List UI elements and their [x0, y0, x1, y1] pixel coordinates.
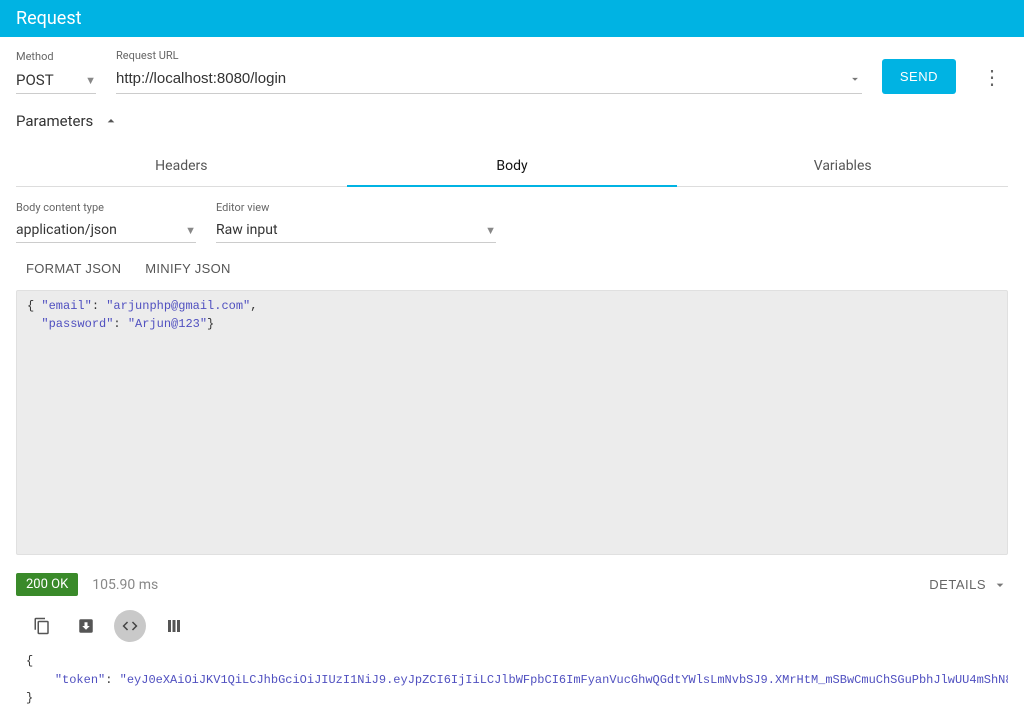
editor-actions: FORMAT JSON MINIFY JSON — [16, 257, 1008, 280]
method-label: Method — [16, 50, 96, 63]
send-button[interactable]: SEND — [882, 59, 956, 94]
method-field: Method POST ▼ — [16, 50, 96, 94]
url-field: Request URL — [116, 49, 862, 94]
details-label: DETAILS — [929, 577, 986, 592]
chevron-down-icon — [992, 577, 1008, 593]
caret-down-icon: ▼ — [485, 224, 496, 237]
url-input[interactable] — [116, 66, 848, 91]
copy-icon — [33, 617, 51, 635]
copy-button[interactable] — [26, 610, 58, 642]
editor-view-select[interactable]: Raw input ▼ — [216, 218, 496, 243]
response-tools — [16, 610, 1008, 642]
tab-variables[interactable]: Variables — [677, 146, 1008, 186]
content-type-select[interactable]: application/json ▼ — [16, 218, 196, 243]
columns-icon — [165, 617, 183, 635]
chevron-down-icon[interactable] — [848, 72, 862, 86]
parameters-title: Parameters — [16, 112, 93, 130]
tab-headers[interactable]: Headers — [16, 146, 347, 186]
caret-down-icon: ▼ — [185, 224, 196, 237]
response-status-row: 200 OK 105.90 ms DETAILS — [16, 573, 1008, 596]
download-button[interactable] — [70, 610, 102, 642]
request-body-editor[interactable]: { "email": "arjunphp@gmail.com", "passwo… — [16, 290, 1008, 555]
method-value: POST — [16, 71, 54, 89]
body-controls: Body content type application/json ▼ Edi… — [16, 201, 1008, 243]
parameters-toggle[interactable]: Parameters — [16, 112, 1008, 130]
content-type-label: Body content type — [16, 201, 196, 214]
parameters-tabs: Headers Body Variables — [16, 146, 1008, 187]
content-type-value: application/json — [16, 222, 117, 238]
url-label: Request URL — [116, 49, 862, 62]
url-wrapper — [116, 66, 862, 94]
more-button[interactable]: ⋮ — [976, 61, 1008, 94]
caret-down-icon: ▼ — [85, 74, 96, 87]
format-json-button[interactable]: FORMAT JSON — [26, 257, 121, 280]
source-view-button[interactable] — [114, 610, 146, 642]
editor-view-label: Editor view — [216, 201, 496, 214]
response-time: 105.90 ms — [92, 577, 158, 593]
status-left: 200 OK 105.90 ms — [16, 573, 158, 596]
editor-view-field: Editor view Raw input ▼ — [216, 201, 496, 243]
kebab-icon: ⋮ — [982, 67, 1002, 89]
content-type-field: Body content type application/json ▼ — [16, 201, 196, 243]
code-icon — [121, 617, 139, 635]
minify-json-button[interactable]: MINIFY JSON — [145, 257, 230, 280]
response-body: { "token": "eyJ0eXAiOiJKV1QiLCJhbGciOiJI… — [16, 652, 1008, 718]
status-badge: 200 OK — [16, 573, 78, 596]
chevron-up-icon — [103, 113, 119, 129]
tab-body[interactable]: Body — [347, 146, 678, 186]
app-title: Request — [16, 8, 82, 29]
columns-view-button[interactable] — [158, 610, 190, 642]
app-header: Request — [0, 0, 1024, 37]
method-select[interactable]: POST ▼ — [16, 67, 96, 94]
details-button[interactable]: DETAILS — [929, 577, 1008, 593]
request-row: Method POST ▼ Request URL SEND ⋮ — [16, 49, 1008, 94]
editor-view-value: Raw input — [216, 222, 278, 238]
download-icon — [77, 617, 95, 635]
